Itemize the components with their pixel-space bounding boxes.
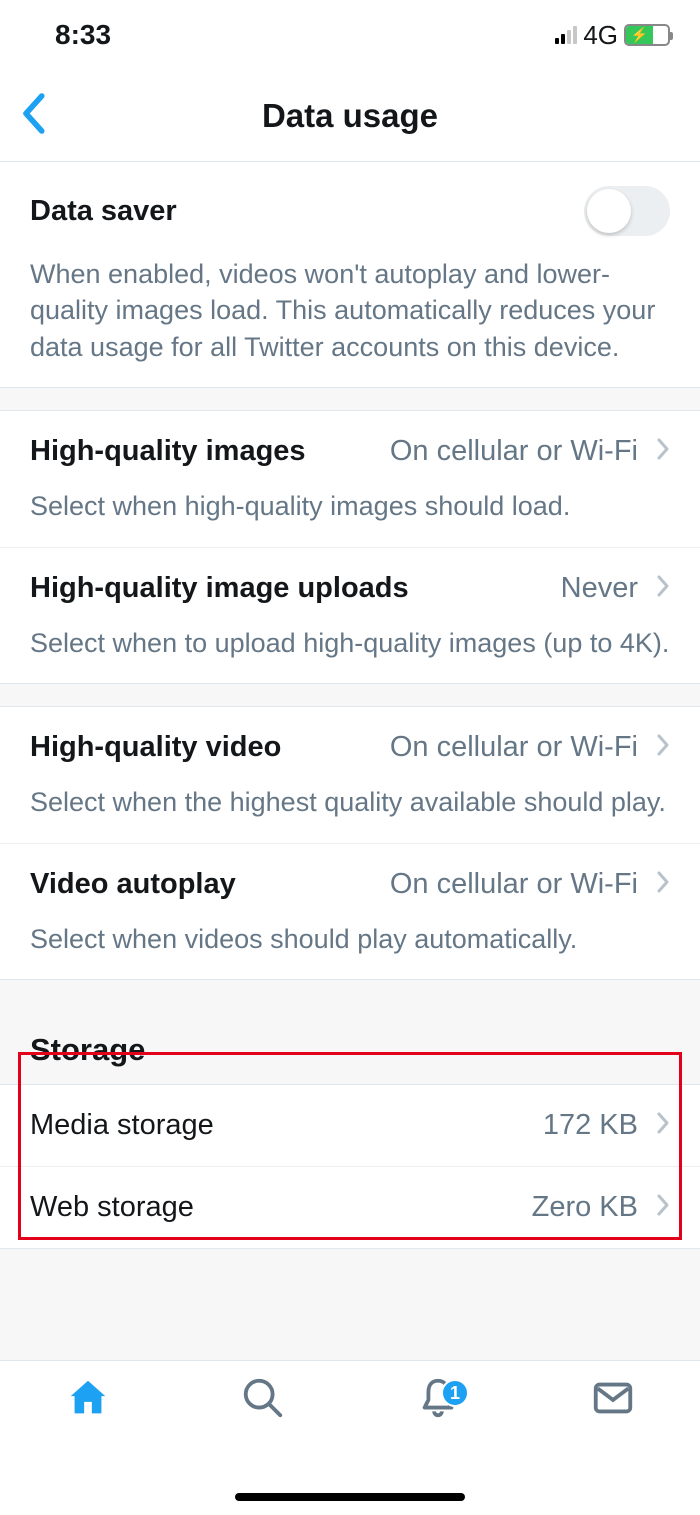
search-icon (240, 1375, 286, 1421)
chevron-right-icon (656, 574, 670, 603)
network-label: 4G (583, 20, 618, 51)
section-data-saver: Data saver When enabled, videos won't au… (0, 162, 700, 388)
hq-uploads-title: High-quality image uploads (30, 572, 409, 605)
section-images: High-quality images On cellular or Wi-Fi… (0, 410, 700, 684)
hq-uploads-desc: Select when to upload high-quality image… (30, 625, 670, 661)
tab-bar: 1 (0, 1360, 700, 1515)
chevron-right-icon (656, 733, 670, 762)
back-button[interactable] (20, 92, 46, 139)
web-storage-title: Web storage (30, 1191, 194, 1224)
row-data-saver[interactable]: Data saver When enabled, videos won't au… (0, 162, 700, 387)
hq-video-desc: Select when the highest quality availabl… (30, 784, 670, 820)
storage-heading: Storage (0, 1002, 700, 1084)
hq-images-desc: Select when high-quality images should l… (30, 488, 670, 524)
status-bar: 8:33 4G ⚡ (0, 0, 700, 70)
chevron-right-icon (656, 1193, 670, 1222)
chevron-right-icon (656, 1111, 670, 1140)
page-title: Data usage (262, 97, 438, 135)
row-hq-images[interactable]: High-quality images On cellular or Wi-Fi… (0, 411, 700, 547)
home-indicator (235, 1493, 465, 1501)
data-saver-desc: When enabled, videos won't autoplay and … (30, 256, 670, 365)
hq-images-title: High-quality images (30, 435, 306, 468)
row-media-storage[interactable]: Media storage 172 KB (0, 1085, 700, 1167)
tab-messages[interactable] (525, 1375, 700, 1515)
home-icon (65, 1375, 111, 1421)
data-saver-title: Data saver (30, 195, 177, 228)
chevron-right-icon (656, 870, 670, 899)
web-storage-value: Zero KB (532, 1191, 638, 1224)
media-storage-value: 172 KB (543, 1109, 638, 1142)
status-right: 4G ⚡ (555, 20, 670, 51)
data-saver-toggle[interactable] (584, 186, 670, 236)
section-storage: Media storage 172 KB Web storage Zero KB (0, 1084, 700, 1249)
video-autoplay-title: Video autoplay (30, 868, 236, 901)
mail-icon (590, 1375, 636, 1421)
media-storage-title: Media storage (30, 1109, 214, 1142)
row-video-autoplay[interactable]: Video autoplay On cellular or Wi-Fi Sele… (0, 844, 700, 979)
status-time: 8:33 (55, 19, 111, 51)
row-hq-video[interactable]: High-quality video On cellular or Wi-Fi … (0, 707, 700, 843)
hq-video-value: On cellular or Wi-Fi (390, 731, 638, 764)
hq-video-title: High-quality video (30, 731, 281, 764)
chevron-right-icon (656, 437, 670, 466)
cellular-signal-icon (555, 26, 577, 44)
tab-home[interactable] (0, 1375, 175, 1515)
battery-icon: ⚡ (624, 24, 670, 46)
video-autoplay-desc: Select when videos should play automatic… (30, 921, 670, 957)
nav-header: Data usage (0, 70, 700, 162)
hq-uploads-value: Never (561, 572, 638, 605)
section-video: High-quality video On cellular or Wi-Fi … (0, 706, 700, 980)
row-web-storage[interactable]: Web storage Zero KB (0, 1167, 700, 1248)
notification-badge: 1 (441, 1379, 469, 1407)
row-hq-uploads[interactable]: High-quality image uploads Never Select … (0, 548, 700, 683)
hq-images-value: On cellular or Wi-Fi (390, 435, 638, 468)
video-autoplay-value: On cellular or Wi-Fi (390, 868, 638, 901)
